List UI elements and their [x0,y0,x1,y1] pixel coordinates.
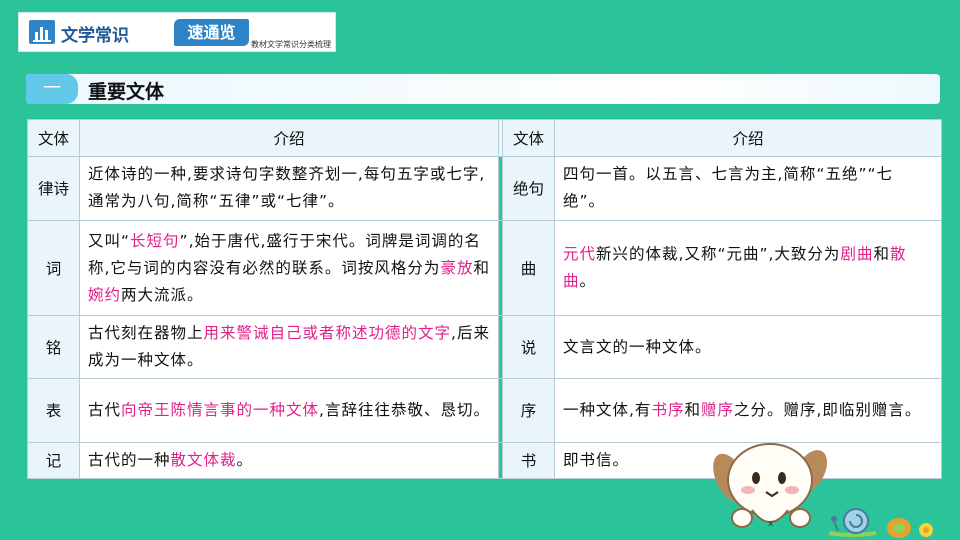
genre-description: 又叫“长短句”,始于唐代,盛行于宋代。词牌是词调的名称,它与词的内容没有必然的联… [79,219,499,317]
genre-name: 书 [502,441,555,480]
header-badge: 文学常识 速通览 教材文学常识分类梳理 [18,12,336,52]
genre-description: 四句一首。以五言、七言为主,简称“五绝”“七绝”。 [554,156,942,221]
flower-decoration [919,523,933,537]
genre-name: 词 [27,219,80,317]
table-header-row: 文体 介绍 文体 介绍 [27,119,942,157]
description-text: 和 [473,258,490,277]
section-title: 重要文体 [88,81,165,103]
table-row: 铭古代刻在器物上用来警诫自己或者称述功德的文字,后来成为一种文体。说文言文的一种… [27,315,942,380]
description-text: 四句一首。以五言、七言为主,简称“五绝”“七绝”。 [563,165,894,211]
column-header: 文体 [502,119,555,157]
description-text: 文言文的一种文体。 [563,337,712,356]
highlight-text: 豪放 [440,258,474,277]
table-row: 表古代向帝王陈情言事的一种文体,言辞往往恭敬、恳切。序一种文体,有书序和赠序之分… [27,378,942,443]
highlight-text: 向帝王陈情言事的一种文体 [121,400,320,419]
genre-name: 序 [502,378,555,443]
column-header: 介绍 [79,119,499,157]
column-header: 文体 [27,119,80,157]
highlight-text: 用来警诫自己或者称述功德的文字 [203,324,452,343]
genre-name: 铭 [27,315,80,380]
highlight-text: 长短句 [130,231,180,250]
highlight-text: 剧曲 [840,245,874,264]
table-body: 律诗 近体诗的一种,要求诗句字数整齐划一,每句五字或七字,通常为八句,简称“五律”… [27,156,942,480]
genre-name: 表 [27,378,80,443]
column-header: 介绍 [554,119,942,157]
description-text: 古代 [88,400,122,419]
genre-description: 古代向帝王陈情言事的一种文体,言辞往往恭敬、恳切。 [79,378,499,443]
description-text: 和 [873,245,890,264]
section-number: 一 [26,74,78,104]
description-text: 之分。赠序,即临别赠言。 [733,400,922,419]
genre-description: 元代新兴的体裁,又称“元曲”,大致分为剧曲和散曲。 [554,219,942,317]
description-text: 。 [236,450,254,469]
genre-description: 古代的一种散文体裁。 [79,441,499,480]
description-text: 即书信。 [563,450,630,469]
chart-icon [29,20,55,44]
svg-text:x: x [768,519,774,529]
genre-name: 绝句 [502,156,555,221]
description-text: 一种文体,有 [563,400,652,419]
genre-description: 文言文的一种文体。 [554,315,942,380]
description-text: 新兴的体裁,又称“元曲”,大致分为 [596,245,841,264]
egg-decoration [887,518,911,538]
description-text: ,言辞往往恭敬、恳切。 [319,400,490,419]
description-text: 又叫“ [88,231,131,250]
highlight-text: 元代 [563,245,597,264]
highlight-text: 赠序 [700,400,734,419]
table-row: 律诗 近体诗的一种,要求诗句字数整齐划一,每句五字或七字,通常为八句,简称“五律”… [27,156,942,221]
highlight-text: 书序 [651,400,685,419]
genre-name: 曲 [502,219,555,317]
genre-name: 说 [502,315,555,380]
header-title: 文学常识 [61,26,129,46]
genre-name: 律诗 [27,156,80,221]
snail-decoration [828,508,876,537]
highlight-text: 婉约 [88,285,122,304]
description-text: 两大流派。 [121,285,204,304]
genre-description: 一种文体,有书序和赠序之分。赠序,即临别赠言。 [554,378,942,443]
header-subtitle: 教材文学常识分类梳理 [251,40,331,49]
description-text: 古代的一种 [88,450,171,469]
genre-table: 文体 介绍 文体 介绍 律诗 近体诗的一种,要求诗句字数整齐划一,每句五字或七字,… [27,119,942,480]
section-bar: 一 重要文体 [26,74,940,104]
description-text: 古代刻在器物上 [88,324,204,343]
genre-name: 记 [27,441,80,480]
genre-description: 古代刻在器物上用来警诫自己或者称述功德的文字,后来成为一种文体。 [79,315,499,380]
description-text: 近体诗的一种,要求诗句字数整齐划一,每句五字或七字,通常为八句,简称“五律”或“… [88,165,486,211]
header-tag: 速通览 [174,19,249,46]
puppy-mascot: x [713,443,828,529]
description-text: 。 [579,272,597,291]
genre-description: 近体诗的一种,要求诗句字数整齐划一,每句五字或七字,通常为八句,简称“五律”或“… [79,156,499,221]
table-row: 词又叫“长短句”,始于唐代,盛行于宋代。词牌是词调的名称,它与词的内容没有必然的… [27,219,942,317]
description-text: 和 [684,400,701,419]
highlight-text: 散文体裁 [170,450,237,469]
